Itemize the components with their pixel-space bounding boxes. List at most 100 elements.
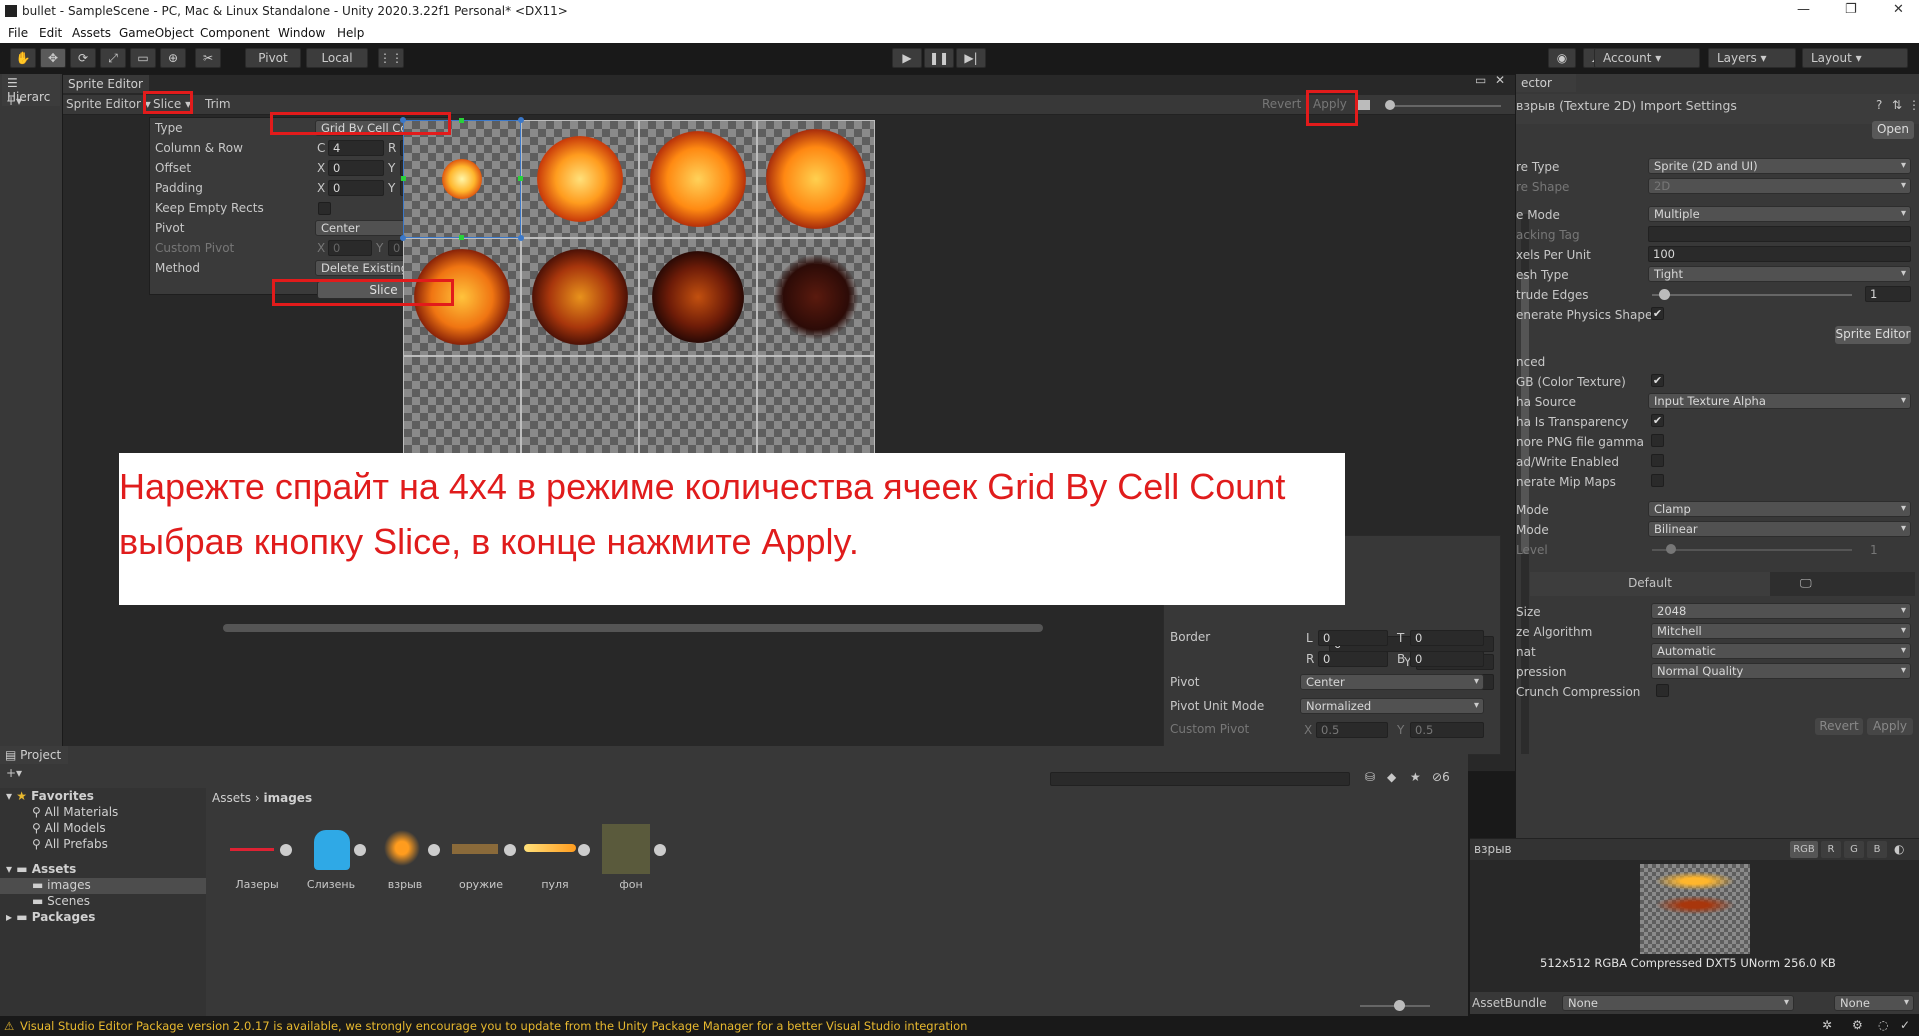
import-revert-button[interactable]: Revert (1815, 718, 1863, 735)
fav-all-models[interactable]: ⚲ All Models (32, 821, 106, 835)
assets-folder[interactable]: ▾ ▬ Assets (6, 862, 76, 876)
sprite-cell[interactable] (757, 120, 875, 238)
border-b-field[interactable]: 0 (1410, 651, 1484, 667)
inspector-tab[interactable]: ector (1516, 74, 1576, 92)
thumbnail-size-handle[interactable] (1394, 1000, 1405, 1011)
auto-generate-icon[interactable]: ◌ (1878, 1018, 1888, 1032)
advanced-foldout[interactable]: nced (1516, 355, 1545, 369)
asset-item[interactable]: взрыв (370, 822, 440, 891)
sprite-editor-button[interactable]: Sprite Editor (1835, 326, 1911, 344)
scale-tool-icon[interactable]: ⤢ (100, 48, 126, 68)
texture-type-dropdown[interactable]: Sprite (2D and UI) (1648, 158, 1911, 174)
asset-item[interactable]: Лазеры (222, 822, 292, 891)
border-handle[interactable] (401, 176, 406, 181)
fav-all-prefabs[interactable]: ⚲ All Prefabs (32, 837, 108, 851)
zoom-slider-handle[interactable] (1385, 100, 1395, 110)
asset-item[interactable]: фон (596, 822, 666, 891)
import-apply-button[interactable]: Apply (1867, 718, 1913, 735)
alpha-transparency-checkbox[interactable]: ✔ (1651, 414, 1664, 427)
alpha-source-dropdown[interactable]: Input Texture Alpha (1648, 393, 1911, 409)
breadcrumb-root[interactable]: Assets (212, 791, 251, 805)
asset-item[interactable]: оружие (446, 822, 516, 891)
filter-label-icon[interactable]: ◆ (1387, 770, 1396, 784)
sprite-cell[interactable] (639, 238, 757, 356)
breadcrumb-leaf[interactable]: images (264, 791, 313, 805)
pivot-toggle[interactable]: Pivot (245, 48, 301, 68)
menu-window[interactable]: Window (278, 26, 325, 40)
more-icon[interactable]: ⋮ (1908, 98, 1919, 112)
bug-icon[interactable]: ✲ (1822, 1018, 1832, 1032)
help-icon[interactable]: ? (1876, 98, 1882, 112)
border-l-field[interactable]: 0 (1318, 630, 1388, 646)
open-button[interactable]: Open (1872, 121, 1914, 139)
folder-scenes[interactable]: ▬ Scenes (32, 894, 90, 908)
add-icon[interactable]: +▾ (6, 94, 22, 108)
collab-icon[interactable]: ◉ (1548, 48, 1576, 68)
folder-images[interactable]: ▬ images (32, 878, 91, 892)
sprite-editor-mode-dropdown[interactable]: Sprite Editor ▾ (66, 97, 151, 111)
offset-x-field[interactable]: 0 (328, 160, 384, 176)
border-t-field[interactable]: 0 (1410, 630, 1484, 646)
wrap-mode-dropdown[interactable]: Clamp (1648, 501, 1911, 517)
pixels-per-unit-field[interactable]: 100 (1648, 246, 1911, 262)
preview-settings-icon[interactable]: ◐ (1894, 842, 1904, 856)
packing-tag-field[interactable] (1648, 226, 1911, 242)
rotate-tool-icon[interactable]: ⟳ (70, 48, 96, 68)
sprite-pivot-dropdown[interactable]: Center (1300, 674, 1484, 690)
zoom-slider[interactable] (1391, 105, 1501, 107)
extrude-edges-handle[interactable] (1659, 289, 1670, 300)
mesh-type-dropdown[interactable]: Tight (1648, 266, 1911, 282)
filter-mode-dropdown[interactable]: Bilinear (1648, 521, 1911, 537)
project-add-icon[interactable]: +▾ (6, 766, 22, 780)
revert-button[interactable]: Revert (1262, 97, 1301, 111)
transform-tool-icon[interactable]: ⊕ (160, 48, 186, 68)
channel-r[interactable]: R (1821, 841, 1841, 858)
close-editor-icon[interactable]: ✕ (1495, 73, 1505, 87)
pause-button[interactable]: ❚❚ (924, 48, 954, 68)
asset-item[interactable]: пуля (520, 822, 590, 891)
rect-tool-icon[interactable]: ▭ (130, 48, 156, 68)
menu-help[interactable]: Help (337, 26, 364, 40)
resize-algorithm-dropdown[interactable]: Mitchell (1651, 623, 1911, 639)
pivot-unit-dropdown[interactable]: Normalized (1300, 698, 1484, 714)
rect-handle[interactable] (400, 235, 406, 241)
compression-dropdown[interactable]: Normal Quality (1651, 663, 1911, 679)
column-field[interactable]: 4 (328, 140, 384, 156)
border-handle[interactable] (459, 118, 464, 123)
grid-snap-icon[interactable]: ⋮⋮ (378, 48, 404, 68)
menu-component[interactable]: Component (200, 26, 270, 40)
srgb-checkbox[interactable]: ✔ (1651, 374, 1664, 387)
menu-gameobject[interactable]: GameObject (119, 26, 194, 40)
generate-physics-checkbox[interactable]: ✔ (1651, 307, 1664, 320)
alpha-toggle-icon[interactable] (1358, 100, 1370, 110)
play-button[interactable]: ▶ (892, 48, 922, 68)
sprite-cell[interactable] (757, 238, 875, 356)
layout-dropdown[interactable]: Layout ▾ (1802, 48, 1908, 68)
fav-all-materials[interactable]: ⚲ All Materials (32, 805, 118, 819)
preset-icon[interactable]: ⇅ (1892, 98, 1902, 112)
ignore-png-gamma-checkbox[interactable] (1651, 434, 1664, 447)
horizontal-scrollbar[interactable] (223, 624, 1043, 632)
rect-handle[interactable] (518, 117, 524, 123)
keep-empty-checkbox[interactable] (318, 202, 331, 215)
local-toggle[interactable]: Local (306, 48, 368, 68)
filter-type-icon[interactable]: ⛁ (1365, 770, 1375, 784)
read-write-checkbox[interactable] (1651, 454, 1664, 467)
asset-item[interactable]: Слизень (296, 822, 366, 891)
channel-rgb[interactable]: RGB (1790, 841, 1818, 858)
move-tool-icon[interactable]: ✥ (40, 48, 66, 68)
sprite-cell[interactable] (521, 238, 639, 356)
status-message[interactable]: Visual Studio Editor Package version 2.0… (20, 1019, 967, 1033)
extrude-edges-slider[interactable] (1652, 294, 1852, 296)
favorites-folder[interactable]: ▾ ★ Favorites (6, 789, 94, 803)
favorite-icon[interactable]: ★ (1410, 770, 1421, 784)
project-tab[interactable]: ▤ Project (0, 746, 68, 764)
border-r-field[interactable]: 0 (1318, 651, 1388, 667)
extrude-edges-field[interactable]: 1 (1865, 286, 1911, 302)
project-search-input[interactable] (1050, 772, 1350, 786)
maximize-editor-icon[interactable]: ▭ (1475, 73, 1486, 87)
format-dropdown[interactable]: Automatic (1651, 643, 1911, 659)
sprite-cell[interactable] (521, 120, 639, 238)
menu-file[interactable]: File (8, 26, 28, 40)
layers-dropdown[interactable]: Layers ▾ (1708, 48, 1796, 68)
